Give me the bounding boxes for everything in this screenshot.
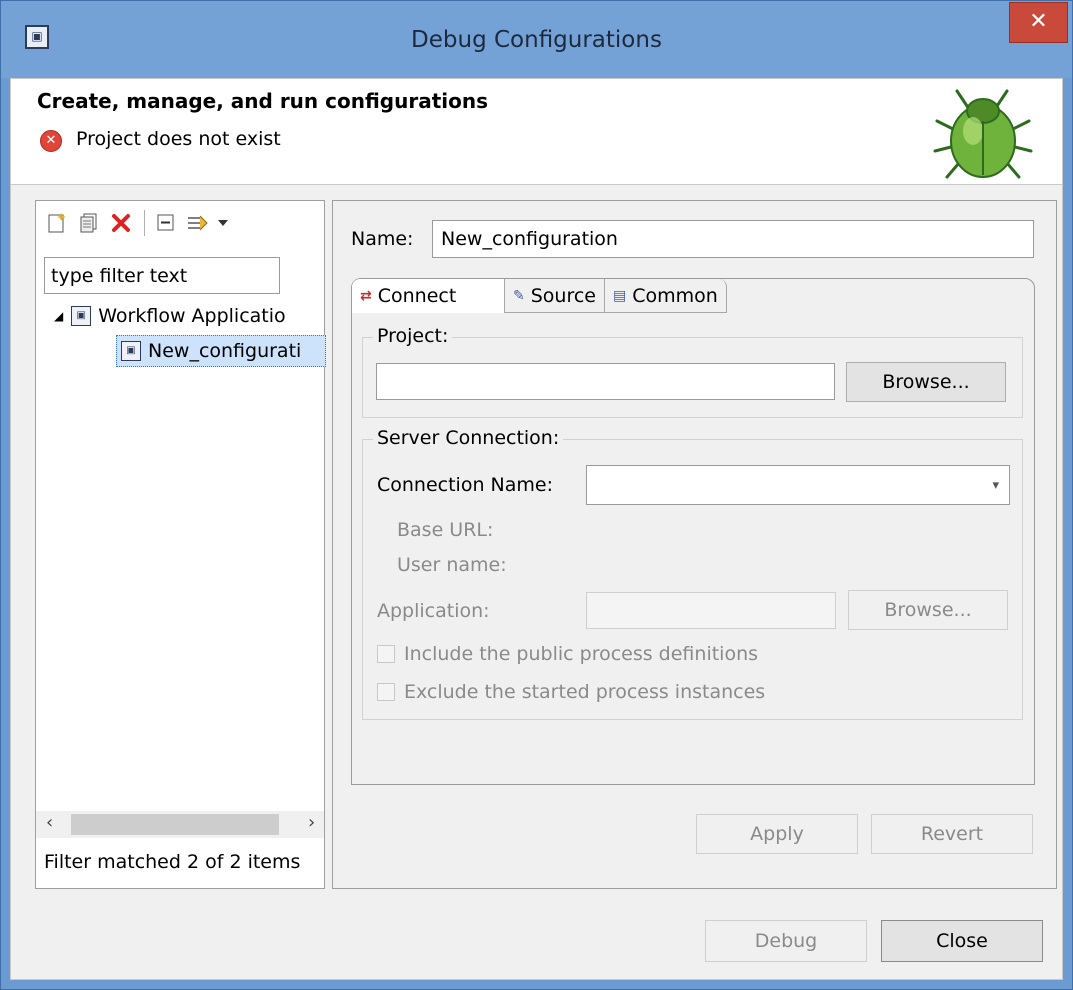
application-input[interactable] [586,592,836,629]
debug-configurations-window: ▣ Debug Configurations ✕ Create, manage,… [0,0,1073,990]
include-public-label: Include the public process definitions [404,643,759,665]
filter-status-bar: Filter matched 2 of 2 items [36,841,324,888]
exclude-started-checkbox[interactable]: Exclude the started process instances [377,681,765,703]
error-message: Project does not exist [76,128,281,150]
collapse-all-icon[interactable] [151,208,181,238]
connection-name-select[interactable]: ▾ [586,465,1010,505]
tree-node-workflow-application[interactable]: ◢ ▣ Workflow Applicatio [54,299,286,333]
revert-button[interactable]: Revert [871,814,1033,854]
application-browse-button[interactable]: Browse... [848,590,1008,630]
common-icon: ▤ [613,287,627,304]
name-label: Name: [351,228,413,250]
apply-button[interactable]: Apply [696,814,858,854]
horizontal-scrollbar[interactable]: ‹ › [36,811,324,838]
server-connection-label: Server Connection: [373,427,564,449]
tab-connect-label: Connect [377,285,457,307]
config-type-icon: ▣ [71,306,92,326]
base-url-label: Base URL: [397,519,494,541]
server-connection-group: Server Connection: Connection Name: ▾ Ba… [362,427,1023,720]
scroll-left-icon[interactable]: ‹ [46,812,53,833]
bug-icon [933,89,1033,179]
configuration-list-pane: ◢ ▣ Workflow Applicatio ▣ New_configurat… [35,200,326,889]
user-name-label: User name: [397,554,507,576]
close-button[interactable]: Close [881,920,1043,962]
new-config-icon[interactable] [42,208,72,238]
include-public-checkbox[interactable]: Include the public process definitions [377,643,758,665]
dialog-content: Create, manage, and run configurations ✕… [10,78,1063,980]
expand-arrow-icon[interactable]: ◢ [54,309,63,323]
duplicate-icon[interactable] [74,208,104,238]
tree-node-new-configuration[interactable]: ▣ New_configurati [116,334,326,368]
connect-icon: ⇄ [360,288,372,304]
title-bar[interactable]: ▣ Debug Configurations ✕ [1,1,1072,78]
name-input[interactable] [432,220,1034,258]
checkbox-box[interactable] [377,683,395,701]
application-label: Application: [377,600,490,622]
name-label-text: Name: [351,228,414,250]
window-title: Debug Configurations [411,27,662,53]
filter-input[interactable] [44,257,280,294]
debug-button[interactable]: Debug [705,920,867,962]
tab-source-label: Source [530,284,596,307]
tree-node-label: Workflow Applicatio [98,305,286,327]
filter-icon[interactable] [183,208,213,238]
connection-name-label: Connection Name: [377,474,554,496]
tab-common[interactable]: ▤ Common [605,279,727,313]
header-title: Create, manage, and run configurations [37,89,488,113]
project-group: Project: Browse... [362,325,1023,418]
project-browse-button[interactable]: Browse... [846,362,1006,402]
tree-node-label: New_configurati [148,340,302,362]
project-label: Project: [373,325,453,347]
close-window-button[interactable]: ✕ [1009,2,1068,43]
config-icon: ▣ [121,341,141,361]
delete-icon[interactable] [106,208,136,238]
chevron-down-icon: ▾ [992,477,999,493]
scroll-right-icon[interactable]: › [308,812,315,833]
tab-common-label: Common [632,284,718,307]
config-toolbar [42,207,233,239]
dialog-header: Create, manage, and run configurations ✕… [11,79,1062,185]
toolbar-separator [144,210,145,236]
tab-connect[interactable]: ⇄ Connect [352,279,505,313]
project-input[interactable] [376,363,835,400]
source-icon: ✎ [513,287,525,304]
chevron-down-icon[interactable] [215,208,231,238]
tab-source[interactable]: ✎ Source [505,279,605,313]
configuration-editor-pane: Name: ⇄ Connect ✎ Source ▤ Common [332,200,1057,889]
filter-status: Filter matched 2 of 2 items [44,851,301,873]
checkbox-box[interactable] [377,645,395,663]
exclude-started-label: Exclude the started process instances [404,681,766,703]
error-icon: ✕ [40,130,62,152]
tab-folder: ⇄ Connect ✎ Source ▤ Common Project: Bro… [351,278,1035,785]
tab-strip: ⇄ Connect ✎ Source ▤ Common [352,279,727,315]
selected-tree-item[interactable]: ▣ New_configurati [116,335,326,367]
scroll-thumb[interactable] [71,814,279,835]
